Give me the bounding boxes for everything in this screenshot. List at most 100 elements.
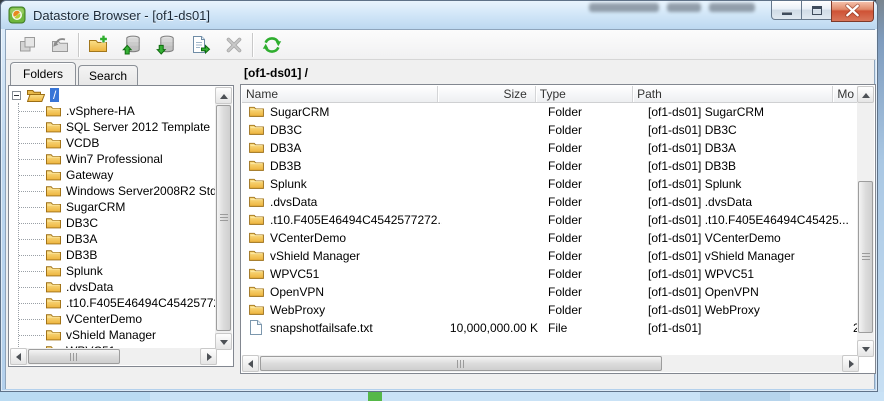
- copy-file-button[interactable]: [186, 32, 214, 58]
- scroll-down-button[interactable]: [215, 333, 232, 350]
- file-row[interactable]: Splunk Folder [of1-ds01] Splunk: [242, 175, 859, 193]
- folder-icon: [46, 296, 61, 309]
- file-row[interactable]: OpenVPN Folder [of1-ds01] OpenVPN: [242, 283, 859, 301]
- column-header-size[interactable]: Size: [438, 86, 536, 102]
- file-list-panel: Name Size Type Path Mo SugarCRM Folder […: [240, 84, 876, 374]
- file-row[interactable]: DB3C Folder [of1-ds01] DB3C: [242, 121, 859, 139]
- tree-item[interactable]: .dvsData: [10, 279, 216, 295]
- tree-item[interactable]: Splunk: [10, 263, 216, 279]
- tree-item[interactable]: DB3A: [10, 231, 216, 247]
- folder-icon: [46, 312, 61, 325]
- file-row[interactable]: SugarCRM Folder [of1-ds01] SugarCRM: [242, 103, 859, 121]
- folder-icon: [46, 200, 61, 213]
- maximize-icon: [812, 6, 822, 15]
- file-row[interactable]: VCenterDemo Folder [of1-ds01] VCenterDem…: [242, 229, 859, 247]
- tree-item[interactable]: DB3B: [10, 247, 216, 263]
- new-folder-button[interactable]: [84, 32, 112, 58]
- column-header-path[interactable]: Path: [633, 86, 834, 102]
- file-row[interactable]: snapshotfailsafe.txt 10,000,000.00 K Fil…: [242, 319, 859, 337]
- tree-item[interactable]: .vSphere-HA: [10, 103, 216, 119]
- arrow-left-icon: [16, 353, 21, 361]
- file-row[interactable]: vShield Manager Folder [of1-ds01] vShiel…: [242, 247, 859, 265]
- file-name: snapshotfailsafe.txt: [270, 321, 373, 335]
- list-vscroll-thumb[interactable]: [858, 181, 873, 333]
- tree-item-root[interactable]: /: [10, 87, 216, 103]
- scroll-up-button[interactable]: [215, 87, 232, 104]
- scroll-up-button[interactable]: [857, 86, 874, 103]
- file-row[interactable]: DB3A Folder [of1-ds01] DB3A: [242, 139, 859, 157]
- file-row[interactable]: WebProxy Folder [of1-ds01] WebProxy: [242, 301, 859, 319]
- titlebar-glass-reflection: [589, 3, 659, 12]
- window-titlebar[interactable]: Datastore Browser - [of1-ds01]: [1, 1, 877, 29]
- scroll-left-button[interactable]: [10, 348, 27, 365]
- tree-item[interactable]: SugarCRM: [10, 199, 216, 215]
- file-row[interactable]: DB3B Folder [of1-ds01] DB3B: [242, 157, 859, 175]
- tree-item[interactable]: vShield Manager: [10, 327, 216, 343]
- tree-item-label: VCDB: [66, 136, 100, 150]
- tree-item[interactable]: .t10.F405E46494C45425772: [10, 295, 216, 311]
- arrow-up-icon: [862, 93, 870, 98]
- column-header-type[interactable]: Type: [536, 86, 634, 102]
- tree-item[interactable]: Gateway: [10, 167, 216, 183]
- file-path: [of1-ds01] WPVC51: [648, 267, 755, 281]
- tree-vscroll-thumb[interactable]: [216, 105, 231, 331]
- move-folder-icon: [52, 38, 68, 52]
- titlebar-glass-reflection: [709, 3, 755, 12]
- close-button[interactable]: [831, 1, 874, 22]
- file-type: File: [548, 321, 568, 335]
- scroll-down-button[interactable]: [857, 340, 874, 357]
- folder-icon: [249, 195, 264, 207]
- minimize-button[interactable]: [771, 1, 802, 20]
- file-row[interactable]: .dvsData Folder [of1-ds01] .dvsData: [242, 193, 859, 211]
- maximize-button[interactable]: [801, 1, 832, 20]
- scroll-right-button[interactable]: [842, 355, 859, 372]
- tree-item[interactable]: VCenterDemo: [10, 311, 216, 327]
- vsphere-app-icon: [8, 6, 26, 24]
- refresh-button[interactable]: [258, 32, 286, 58]
- tree-hscroll-thumb[interactable]: [28, 349, 120, 364]
- file-type: Folder: [548, 159, 583, 173]
- download-from-datastore-button[interactable]: [152, 32, 180, 58]
- refresh-icon: [262, 37, 282, 53]
- export-file-icon: [193, 36, 211, 55]
- copy-button: [14, 32, 42, 58]
- list-hscroll-thumb[interactable]: [260, 356, 662, 371]
- file-type: Folder: [548, 303, 583, 317]
- column-header-modified[interactable]: Mo: [833, 86, 859, 102]
- upload-to-datastore-button[interactable]: [118, 32, 146, 58]
- tree-item-label: DB3C: [66, 216, 99, 230]
- file-name: WPVC51: [270, 267, 320, 281]
- tree-item[interactable]: VCDB: [10, 135, 216, 151]
- file-name: vShield Manager: [270, 249, 361, 263]
- folder-search-tabs: Folders Search: [10, 62, 140, 85]
- scroll-left-button[interactable]: [242, 355, 259, 372]
- column-header-name[interactable]: Name: [242, 86, 439, 102]
- file-row[interactable]: WPVC51 Folder [of1-ds01] WPVC51: [242, 265, 859, 283]
- file-type: Folder: [548, 177, 583, 191]
- folder-icon: [46, 136, 61, 149]
- upload-datastore-icon: [122, 35, 140, 55]
- list-vertical-scrollbar: [857, 86, 874, 357]
- file-type: Folder: [548, 105, 583, 119]
- tab-search[interactable]: Search: [78, 65, 139, 85]
- file-row[interactable]: .t10.F405E46494C4542577272... Folder [of…: [242, 211, 859, 229]
- scroll-right-button[interactable]: [200, 348, 217, 365]
- file-path: [of1-ds01] DB3C: [648, 123, 737, 137]
- file-type: Folder: [548, 213, 583, 227]
- file-name: .dvsData: [270, 195, 318, 209]
- folder-icon: [249, 303, 264, 315]
- tree-item[interactable]: SQL Server 2012 Template: [10, 119, 216, 135]
- window-client-area: Folders Search / .vSphere-HA SQL Server …: [5, 29, 876, 389]
- tree-horizontal-scrollbar: [10, 348, 217, 365]
- tree-item-label: .t10.F405E46494C45425772: [66, 296, 216, 310]
- window-title: Datastore Browser - [of1-ds01]: [33, 8, 211, 23]
- tab-folders[interactable]: Folders: [10, 62, 77, 85]
- tree-item[interactable]: Windows Server2008R2 Std: [10, 183, 216, 199]
- file-path: [of1-ds01] VCenterDemo: [648, 231, 781, 245]
- tree-item[interactable]: Win7 Professional: [10, 151, 216, 167]
- file-type: Folder: [548, 123, 583, 137]
- collapse-expander-icon[interactable]: [12, 91, 21, 100]
- tree-item[interactable]: DB3C: [10, 215, 216, 231]
- folder-icon: [249, 267, 264, 279]
- folder-icon: [46, 152, 61, 165]
